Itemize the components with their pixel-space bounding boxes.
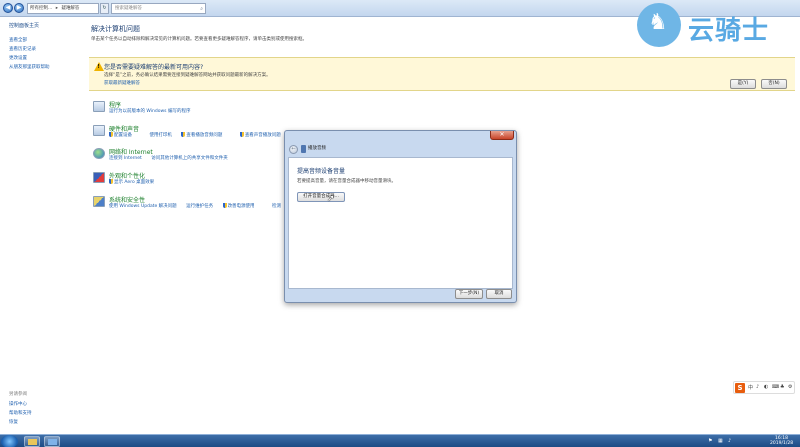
category-link[interactable]: 显示 Aero 桌面效果	[114, 180, 154, 185]
notice-text: 选择“是”之前，务必确认结果需要连接到疑难解答网站并获取问题最新的解决方案。	[104, 73, 271, 78]
search-input[interactable]: 搜索疑难解答 ⌕	[111, 3, 206, 14]
sidebar-link-history[interactable]: 查看历史记录	[9, 46, 36, 52]
forward-button[interactable]: ▶	[14, 3, 24, 13]
speaker-icon	[301, 145, 306, 153]
logo-text: 云骑士	[688, 16, 770, 46]
see-also-heading: 另请参阅	[9, 392, 27, 397]
ime-settings-icon[interactable]: ⚙	[788, 384, 792, 390]
breadcrumb[interactable]: 所有控制... ▸ 疑难解答	[27, 3, 99, 14]
breadcrumb-separator-icon: ▸	[55, 6, 58, 11]
ime-keyboard-icon[interactable]: ⌨	[772, 384, 779, 390]
see-also-help-support[interactable]: 帮助和支持	[9, 410, 32, 416]
address-bar: ◀ ▶ 所有控制... ▸ 疑难解答 ↻ 搜索疑难解答 ⌕	[0, 0, 800, 17]
category-link[interactable]: 使用打印机	[149, 133, 172, 138]
category-link[interactable]: 查看声音播放问题	[245, 133, 281, 138]
shield-icon	[181, 132, 186, 137]
control-panel-icon	[48, 439, 57, 445]
back-button[interactable]: ◀	[3, 3, 13, 13]
shield-icon	[109, 179, 113, 184]
category-link[interactable]: 配置设备	[114, 133, 132, 138]
see-also-action-center[interactable]: 操作中心	[9, 401, 27, 407]
next-button[interactable]: 下一步(N)	[455, 289, 483, 299]
category-link[interactable]: 检测	[272, 204, 281, 209]
ime-voice-icon[interactable]: ♪	[756, 384, 759, 390]
notice-title: 您是否需要疑难解答的最新可用内容?	[104, 64, 204, 71]
start-button[interactable]	[1, 435, 18, 447]
yes-button[interactable]: 是(Y)	[730, 79, 756, 89]
ime-skin-icon[interactable]: ♣	[780, 384, 784, 390]
shield-icon	[239, 132, 244, 137]
knight-logo-icon: ♞	[648, 10, 668, 35]
back-arrow-icon: ◀	[5, 4, 11, 11]
shield-icon	[222, 203, 227, 208]
taskbar-controlpanel-button[interactable]	[44, 436, 60, 447]
printer-icon	[93, 125, 105, 136]
notice-link[interactable]: 获取最新疑难解答	[104, 80, 140, 86]
category-link[interactable]: 使用 Windows Update 解决问题	[109, 204, 177, 209]
breadcrumb-item[interactable]: 疑难解答	[61, 6, 79, 11]
tray-network-icon[interactable]: ▦	[718, 438, 723, 444]
ime-chinese-toggle[interactable]: 中	[748, 384, 753, 391]
programs-icon	[93, 101, 105, 112]
category-link[interactable]: 运行维护任务	[186, 204, 213, 209]
refresh-button[interactable]: ↻	[100, 3, 109, 14]
pointer-cursor-icon: ➚	[327, 194, 335, 204]
cancel-button[interactable]: 取消	[486, 289, 512, 299]
sidebar-link-settings[interactable]: 更改设置	[9, 55, 27, 61]
tray-volume-icon[interactable]: ♪	[728, 438, 731, 444]
tray-flag-icon[interactable]: ⚑	[708, 438, 712, 444]
taskbar: ⚑ ▦ ♪ 16:18 2019/1/28	[0, 434, 800, 447]
dialog-content: 提高音频设备音量 若要提高音量，请在音量合成器中移动音量滑块。 打开音量合成器.…	[288, 157, 513, 289]
taskbar-clock[interactable]: 16:18 2019/1/28	[770, 436, 793, 446]
category-link[interactable]: 改善电源使用	[228, 204, 255, 209]
dialog-heading: 提高音频设备音量	[297, 168, 346, 175]
system-security-icon	[93, 196, 105, 207]
dialog-back-button[interactable]: ←	[289, 145, 298, 154]
page-title: 解决计算机问题	[91, 25, 140, 33]
clock-date: 2019/1/28	[770, 441, 794, 446]
category-link[interactable]: 访问其他计算机上的共享文件和文件夹	[151, 156, 228, 161]
sidebar-link-view-all[interactable]: 查看全部	[9, 37, 27, 43]
left-pane: 控制面板主页 查看全部 查看历史记录 更改设置 从朋友那里获取帮助 另请参阅 操…	[0, 17, 84, 434]
appearance-icon	[93, 172, 105, 183]
shield-icon	[109, 132, 113, 137]
forward-arrow-icon: ▶	[16, 4, 22, 11]
see-also-recovery[interactable]: 恢复	[9, 419, 18, 425]
dialog-titlebar[interactable]: ← 播放音频 ✕	[285, 131, 516, 156]
folder-icon	[28, 439, 37, 445]
category-link[interactable]: 连接到 Internet	[109, 156, 142, 161]
search-icon: ⌕	[200, 6, 203, 12]
update-notice-bar: ! 您是否需要疑难解答的最新可用内容? 选择“是”之前，务必确认结果需要连接到疑…	[89, 57, 795, 91]
control-panel-home-link[interactable]: 控制面板主页	[9, 22, 39, 29]
open-volume-mixer-button[interactable]: 打开音量合成器...	[297, 192, 345, 202]
globe-icon	[93, 148, 105, 159]
ime-halfwidth-icon[interactable]: ◐	[764, 384, 768, 390]
troubleshooter-dialog: ← 播放音频 ✕ 提高音频设备音量 若要提高音量，请在音量合成器中移动音量滑块。…	[284, 130, 517, 303]
dialog-close-button[interactable]: ✕	[490, 131, 514, 140]
no-button[interactable]: 否(N)	[761, 79, 787, 89]
page-description: 单击某个任务以自动排除和解决常见的计算机问题。若要查看更多疑难解答程序，请单击类…	[91, 37, 307, 42]
search-placeholder: 搜索疑难解答	[115, 6, 142, 11]
sogou-logo-icon: S	[735, 383, 745, 393]
ime-toolbar[interactable]: S 中 ♪ ◐ ⌨ ♣ ⚙	[733, 381, 795, 394]
category-link[interactable]: 运行为以前版本的 Windows 编写的程序	[109, 109, 190, 114]
dialog-title: 播放音频	[308, 146, 326, 151]
category-link[interactable]: 查看播放音频问题	[186, 133, 222, 138]
dialog-description: 若要提高音量，请在音量合成器中移动音量滑块。	[297, 179, 396, 184]
breadcrumb-item[interactable]: 所有控制...	[30, 6, 52, 11]
taskbar-explorer-button[interactable]	[24, 436, 40, 447]
sidebar-link-get-help[interactable]: 从朋友那里获取帮助	[9, 64, 50, 70]
